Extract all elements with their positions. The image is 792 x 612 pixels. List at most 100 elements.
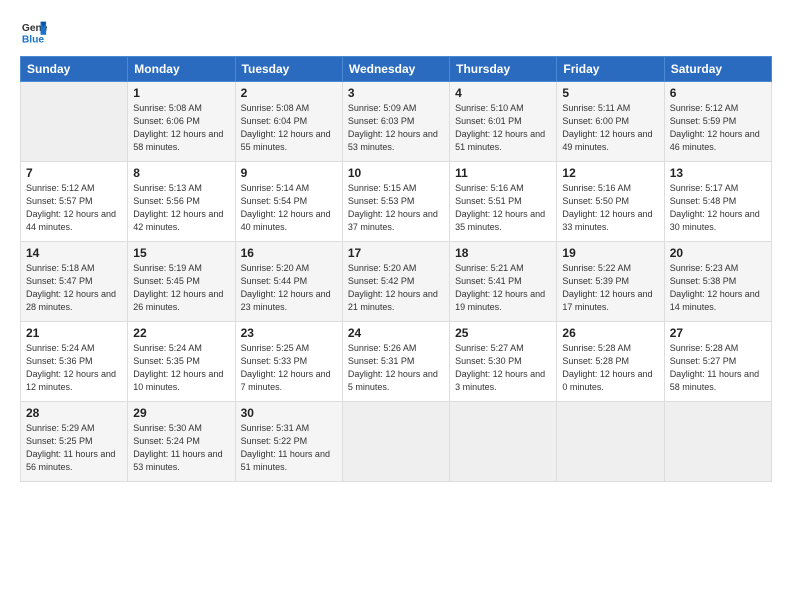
day-number: 4 [455,86,551,100]
day-number: 21 [26,326,122,340]
day-info: Sunrise: 5:15 AMSunset: 5:53 PMDaylight:… [348,182,444,234]
day-info: Sunrise: 5:16 AMSunset: 5:51 PMDaylight:… [455,182,551,234]
day-info: Sunrise: 5:12 AMSunset: 5:59 PMDaylight:… [670,102,766,154]
calendar-week-row: 7 Sunrise: 5:12 AMSunset: 5:57 PMDaylight… [21,162,772,242]
day-number: 3 [348,86,444,100]
day-number: 6 [670,86,766,100]
day-number: 28 [26,406,122,420]
day-number: 14 [26,246,122,260]
day-number: 17 [348,246,444,260]
day-number: 15 [133,246,229,260]
calendar-day-cell [557,402,664,482]
calendar-day-cell: 18 Sunrise: 5:21 AMSunset: 5:41 PMDayligh… [450,242,557,322]
day-info: Sunrise: 5:09 AMSunset: 6:03 PMDaylight:… [348,102,444,154]
day-number: 20 [670,246,766,260]
day-number: 9 [241,166,337,180]
weekday-header: Wednesday [342,57,449,82]
logo-icon: General Blue [20,18,48,46]
day-info: Sunrise: 5:17 AMSunset: 5:48 PMDaylight:… [670,182,766,234]
day-number: 22 [133,326,229,340]
calendar-day-cell: 21 Sunrise: 5:24 AMSunset: 5:36 PMDayligh… [21,322,128,402]
day-number: 7 [26,166,122,180]
day-info: Sunrise: 5:26 AMSunset: 5:31 PMDaylight:… [348,342,444,394]
calendar-day-cell [450,402,557,482]
header-row: SundayMondayTuesdayWednesdayThursdayFrid… [21,57,772,82]
day-number: 24 [348,326,444,340]
calendar-day-cell: 13 Sunrise: 5:17 AMSunset: 5:48 PMDayligh… [664,162,771,242]
day-info: Sunrise: 5:28 AMSunset: 5:27 PMDaylight:… [670,342,766,394]
day-number: 16 [241,246,337,260]
day-info: Sunrise: 5:08 AMSunset: 6:04 PMDaylight:… [241,102,337,154]
day-number: 13 [670,166,766,180]
day-number: 25 [455,326,551,340]
calendar-day-cell: 23 Sunrise: 5:25 AMSunset: 5:33 PMDayligh… [235,322,342,402]
weekday-header: Sunday [21,57,128,82]
day-info: Sunrise: 5:28 AMSunset: 5:28 PMDaylight:… [562,342,658,394]
calendar-day-cell: 6 Sunrise: 5:12 AMSunset: 5:59 PMDaylight… [664,82,771,162]
page: General Blue SundayMondayTuesdayWednesda… [0,0,792,612]
calendar-day-cell: 29 Sunrise: 5:30 AMSunset: 5:24 PMDayligh… [128,402,235,482]
calendar-day-cell: 5 Sunrise: 5:11 AMSunset: 6:00 PMDaylight… [557,82,664,162]
calendar-day-cell: 28 Sunrise: 5:29 AMSunset: 5:25 PMDayligh… [21,402,128,482]
day-info: Sunrise: 5:22 AMSunset: 5:39 PMDaylight:… [562,262,658,314]
calendar-week-row: 14 Sunrise: 5:18 AMSunset: 5:47 PMDayligh… [21,242,772,322]
day-number: 29 [133,406,229,420]
calendar-day-cell: 27 Sunrise: 5:28 AMSunset: 5:27 PMDayligh… [664,322,771,402]
calendar-week-row: 1 Sunrise: 5:08 AMSunset: 6:06 PMDaylight… [21,82,772,162]
day-info: Sunrise: 5:16 AMSunset: 5:50 PMDaylight:… [562,182,658,234]
day-info: Sunrise: 5:13 AMSunset: 5:56 PMDaylight:… [133,182,229,234]
day-number: 27 [670,326,766,340]
calendar-day-cell: 17Sunrise: 5:20 AMSunset: 5:42 PMDayligh… [342,242,449,322]
calendar-day-cell: 24 Sunrise: 5:26 AMSunset: 5:31 PMDayligh… [342,322,449,402]
day-info: Sunrise: 5:25 AMSunset: 5:33 PMDaylight:… [241,342,337,394]
day-number: 18 [455,246,551,260]
day-number: 8 [133,166,229,180]
day-number: 12 [562,166,658,180]
day-info: Sunrise: 5:29 AMSunset: 5:25 PMDaylight:… [26,422,122,474]
day-info: Sunrise: 5:27 AMSunset: 5:30 PMDaylight:… [455,342,551,394]
day-info: Sunrise: 5:20 AMSunset: 5:44 PMDaylight:… [241,262,337,314]
day-info: Sunrise: 5:18 AMSunset: 5:47 PMDaylight:… [26,262,122,314]
day-info: Sunrise: 5:11 AMSunset: 6:00 PMDaylight:… [562,102,658,154]
calendar-body: 1 Sunrise: 5:08 AMSunset: 6:06 PMDaylight… [21,82,772,482]
day-info: Sunrise: 5:12 AMSunset: 5:57 PMDaylight:… [26,182,122,234]
calendar-day-cell: 16 Sunrise: 5:20 AMSunset: 5:44 PMDayligh… [235,242,342,322]
calendar-day-cell: 2 Sunrise: 5:08 AMSunset: 6:04 PMDaylight… [235,82,342,162]
calendar-day-cell: 26 Sunrise: 5:28 AMSunset: 5:28 PMDayligh… [557,322,664,402]
day-number: 2 [241,86,337,100]
day-info: Sunrise: 5:19 AMSunset: 5:45 PMDaylight:… [133,262,229,314]
weekday-header: Saturday [664,57,771,82]
calendar-table: SundayMondayTuesdayWednesdayThursdayFrid… [20,56,772,482]
calendar-day-cell [342,402,449,482]
calendar-day-cell: 4 Sunrise: 5:10 AMSunset: 6:01 PMDaylight… [450,82,557,162]
header: General Blue [20,18,772,46]
calendar-day-cell: 22Sunrise: 5:24 AMSunset: 5:35 PMDayligh… [128,322,235,402]
calendar-day-cell: 11Sunrise: 5:16 AMSunset: 5:51 PMDayligh… [450,162,557,242]
day-number: 5 [562,86,658,100]
calendar-header: SundayMondayTuesdayWednesdayThursdayFrid… [21,57,772,82]
day-info: Sunrise: 5:24 AMSunset: 5:36 PMDaylight:… [26,342,122,394]
calendar-day-cell: 3 Sunrise: 5:09 AMSunset: 6:03 PMDaylight… [342,82,449,162]
calendar-day-cell: 14 Sunrise: 5:18 AMSunset: 5:47 PMDayligh… [21,242,128,322]
svg-text:Blue: Blue [22,34,45,45]
calendar-day-cell: 20Sunrise: 5:23 AMSunset: 5:38 PMDayligh… [664,242,771,322]
day-info: Sunrise: 5:10 AMSunset: 6:01 PMDaylight:… [455,102,551,154]
calendar-week-row: 21 Sunrise: 5:24 AMSunset: 5:36 PMDayligh… [21,322,772,402]
day-number: 19 [562,246,658,260]
day-number: 30 [241,406,337,420]
day-number: 23 [241,326,337,340]
weekday-header: Tuesday [235,57,342,82]
calendar-day-cell [664,402,771,482]
day-info: Sunrise: 5:30 AMSunset: 5:24 PMDaylight:… [133,422,229,474]
day-number: 1 [133,86,229,100]
day-info: Sunrise: 5:21 AMSunset: 5:41 PMDaylight:… [455,262,551,314]
calendar-day-cell: 9 Sunrise: 5:14 AMSunset: 5:54 PMDaylight… [235,162,342,242]
day-info: Sunrise: 5:31 AMSunset: 5:22 PMDaylight:… [241,422,337,474]
weekday-header: Thursday [450,57,557,82]
calendar-day-cell: 7 Sunrise: 5:12 AMSunset: 5:57 PMDaylight… [21,162,128,242]
day-number: 26 [562,326,658,340]
day-info: Sunrise: 5:08 AMSunset: 6:06 PMDaylight:… [133,102,229,154]
day-info: Sunrise: 5:14 AMSunset: 5:54 PMDaylight:… [241,182,337,234]
day-number: 10 [348,166,444,180]
calendar-day-cell: 10 Sunrise: 5:15 AMSunset: 5:53 PMDayligh… [342,162,449,242]
